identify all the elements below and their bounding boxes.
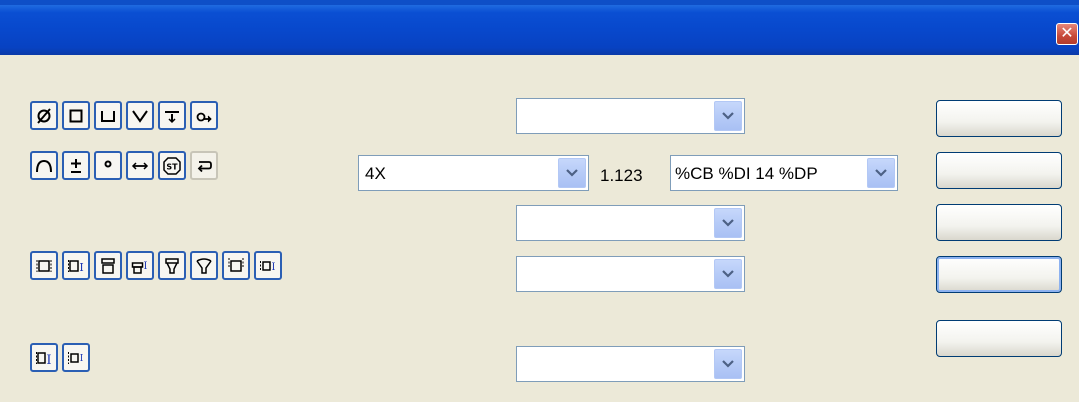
action-button-3[interactable]	[936, 204, 1062, 241]
frame-bottom-icon	[228, 257, 244, 272]
chevron-down-icon	[722, 360, 734, 368]
dropdown-arrow-button[interactable]	[714, 101, 742, 131]
degree-button[interactable]	[94, 151, 122, 180]
chevron-down-icon	[566, 169, 578, 177]
svg-text:I: I	[79, 261, 83, 274]
diameter-icon	[37, 107, 51, 124]
action-button-1[interactable]	[936, 100, 1062, 137]
counterbore-icon	[101, 110, 115, 122]
degree-icon	[104, 160, 112, 167]
dropdown-arrow-button[interactable]	[867, 158, 895, 188]
square-icon	[69, 109, 83, 122]
depth-button[interactable]	[158, 101, 186, 130]
dropdown-arrow-button[interactable]	[714, 259, 742, 289]
arc-button[interactable]	[30, 151, 58, 180]
prefix-dropdown[interactable]: 4X	[358, 155, 589, 191]
countersink-icon	[132, 109, 148, 123]
arc-length-button[interactable]	[190, 101, 218, 130]
frame-icon	[36, 259, 52, 272]
action-button-2[interactable]	[936, 152, 1062, 189]
chevron-down-icon	[722, 219, 734, 227]
counterbore-button[interactable]	[94, 101, 122, 130]
svg-text:I: I	[46, 353, 51, 367]
svg-text:I: I	[144, 261, 148, 272]
arc-length-icon	[196, 112, 212, 122]
frame-text-button[interactable]: I	[62, 251, 90, 280]
depth-icon	[165, 110, 179, 123]
dropdown-arrow-button[interactable]	[714, 349, 742, 379]
insert-text-button[interactable]: I	[30, 343, 58, 372]
statistical-button[interactable]: ST	[158, 151, 186, 180]
top-dropdown[interactable]	[516, 98, 745, 134]
close-button[interactable]: ✕	[1056, 23, 1078, 45]
insert-text-icon: I	[36, 351, 52, 367]
chevron-down-icon	[722, 112, 734, 120]
svg-text:ST: ST	[166, 162, 178, 171]
frame-text-small-icon: I	[260, 260, 276, 273]
frame-bottom-button[interactable]	[222, 251, 250, 280]
action-button-5[interactable]	[936, 320, 1062, 357]
dropdown-arrow-button[interactable]	[714, 208, 742, 238]
middle-dropdown-2[interactable]	[516, 256, 745, 292]
close-icon: ✕	[1060, 23, 1074, 42]
arc-icon	[36, 159, 52, 172]
plus-minus-icon	[71, 158, 81, 173]
middle-dropdown-1[interactable]	[516, 205, 745, 241]
chevron-down-icon	[722, 270, 734, 278]
return-button[interactable]	[190, 151, 218, 180]
insert-frame-button[interactable]: I	[62, 343, 90, 372]
funnel-top-button[interactable]	[190, 251, 218, 280]
bottom-dropdown[interactable]	[516, 346, 745, 382]
frame-top-button[interactable]	[94, 251, 122, 280]
frame-top-icon	[101, 257, 115, 274]
frame-top-text-button[interactable]: I	[126, 251, 154, 280]
format-dropdown[interactable]: %CB %DI 14 %DP	[670, 155, 898, 191]
statistical-icon: ST	[163, 156, 181, 175]
dimension-line-icon	[131, 161, 149, 170]
title-bar: ✕	[0, 0, 1079, 55]
svg-text:I: I	[80, 354, 84, 364]
frame-text-icon: I	[68, 259, 84, 274]
return-arrow-icon	[197, 160, 212, 172]
action-button-4[interactable]	[936, 256, 1062, 293]
frame-text-small-button[interactable]: I	[254, 251, 282, 280]
plus-minus-button[interactable]	[62, 151, 90, 180]
funnel-top-icon	[196, 257, 212, 274]
countersink-button[interactable]	[126, 101, 154, 130]
frame-button[interactable]	[30, 251, 58, 280]
dropdown-arrow-button[interactable]	[558, 158, 586, 188]
funnel-icon	[165, 257, 179, 274]
square-button[interactable]	[62, 101, 90, 130]
value-display: 1.123	[600, 166, 643, 185]
frame-top-text-icon: I	[131, 261, 148, 274]
prefix-dropdown-value: 4X	[365, 164, 386, 183]
chevron-down-icon	[875, 169, 887, 177]
svg-text:I: I	[272, 262, 276, 273]
diameter-button[interactable]	[30, 101, 58, 130]
dimension-line-button[interactable]	[126, 151, 154, 180]
insert-frame-icon: I	[68, 351, 84, 364]
format-dropdown-value: %CB %DI 14 %DP	[675, 164, 818, 183]
funnel-button[interactable]	[158, 251, 186, 280]
